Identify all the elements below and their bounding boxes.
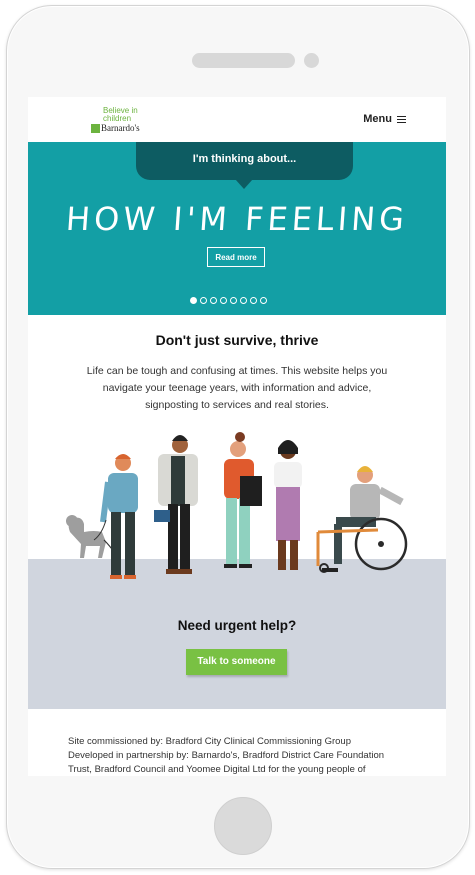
carousel-dot-3[interactable] — [210, 297, 217, 304]
site-footer: Site commissioned by: Bradford City Clin… — [68, 735, 408, 776]
carousel-dot-2[interactable] — [200, 297, 207, 304]
hero-carousel: I'm thinking about... HOW I'M FEELING Re… — [28, 142, 446, 315]
intro-heading: Don't just survive, thrive — [155, 332, 319, 348]
intro-paragraph: Life can be tough and confusing at times… — [86, 365, 388, 411]
carousel-dot-5[interactable] — [230, 297, 237, 304]
speech-bubble: I'm thinking about... — [136, 142, 353, 180]
phone-camera — [304, 53, 319, 68]
phone-home-button[interactable] — [214, 797, 272, 855]
speech-bubble-tail — [235, 179, 253, 189]
carousel-dot-7[interactable] — [250, 297, 257, 304]
menu-button[interactable]: Menu — [363, 113, 406, 125]
person-5-wheelchair — [316, 466, 408, 573]
hero-title: HOW I'M FEELING — [64, 200, 410, 238]
read-more-button[interactable]: Read more — [207, 247, 265, 267]
people-illustration — [66, 432, 408, 579]
menu-icon — [397, 115, 406, 123]
screen: Believe in children Barnardo's Menu I'm … — [28, 97, 446, 776]
barnardos-logo[interactable]: Believe in children Barnardo's — [91, 107, 151, 135]
menu-label: Menu — [363, 113, 392, 125]
logo-brand: Barnardo's — [101, 123, 140, 133]
carousel-dots — [190, 297, 267, 304]
phone-speaker — [192, 53, 295, 68]
footer-commissioned: Site commissioned by: Bradford City Clin… — [68, 736, 351, 747]
bubble-text: I'm thinking about... — [192, 153, 297, 165]
carousel-dot-8[interactable] — [260, 297, 267, 304]
person-1 — [93, 454, 138, 579]
footer-partnership: Developed in partnership by: Barnardo's,… — [68, 750, 385, 775]
carousel-dot-6[interactable] — [240, 297, 247, 304]
person-3 — [224, 432, 262, 568]
logo-tagline-2: children — [103, 114, 132, 123]
person-4 — [274, 440, 302, 570]
logo-mark — [91, 124, 100, 133]
person-2 — [154, 435, 198, 574]
site-header: Believe in children Barnardo's Menu — [28, 97, 446, 142]
dog-figure — [66, 515, 115, 558]
talk-to-someone-button[interactable]: Talk to someone — [186, 649, 287, 675]
carousel-dot-1[interactable] — [190, 297, 197, 304]
carousel-dot-4[interactable] — [220, 297, 227, 304]
urgent-heading: Need urgent help? — [177, 618, 297, 633]
